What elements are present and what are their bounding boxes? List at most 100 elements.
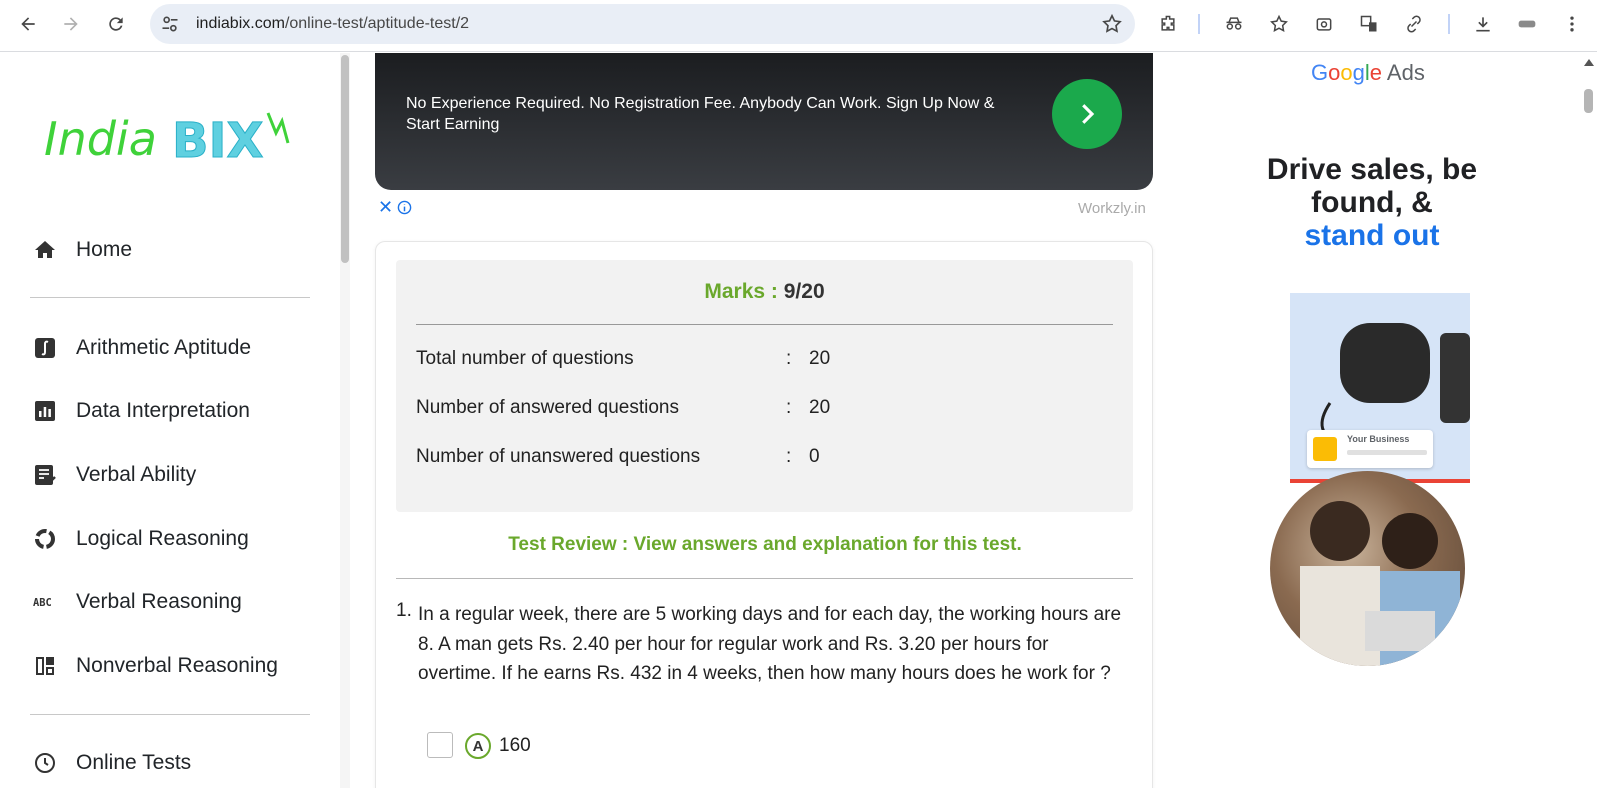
svg-text:ABC: ABC (33, 597, 52, 609)
sidebar-divider (30, 297, 310, 298)
summary-row-separator: : (786, 397, 792, 418)
url-text: indiabix.com/online-test/aptitude-test/2 (196, 15, 470, 32)
business-card-mock: Your Business (1307, 430, 1433, 468)
toolbar-divider (1448, 14, 1450, 34)
business-card-label: Your Business (1347, 434, 1410, 444)
sidebar-item-label: Online Tests (76, 751, 192, 774)
marks-label: Marks : (704, 280, 778, 303)
toolbar-divider (1198, 14, 1200, 34)
integral-icon (30, 333, 60, 363)
logo-india-text: India (44, 112, 157, 166)
logo-bix-text: BIX (172, 113, 263, 169)
document-check-icon (30, 460, 60, 490)
ad-headline[interactable]: Drive sales, be found, & stand out (1262, 153, 1482, 252)
sidebar: India BIX Home Arithmetic Aptitude Data … (0, 53, 340, 788)
sidebar-item-label: Verbal Ability (76, 463, 197, 486)
browser-toolbar: indiabix.com/online-test/aptitude-test/2 (0, 0, 1597, 52)
summary-row-answered: Number of answered questions : 20 (416, 397, 1116, 423)
result-card: Marks : 9/20 Total number of questions :… (375, 241, 1153, 788)
google-letter: o (1340, 60, 1353, 85)
sidebar-item-verbal-reasoning[interactable]: ABC Verbal Reasoning (30, 582, 242, 622)
screenshot-icon[interactable] (1308, 8, 1340, 40)
summary-row-value: 20 (809, 348, 831, 369)
forward-icon[interactable] (55, 8, 87, 40)
sidebar-item-home[interactable]: Home (30, 230, 132, 270)
link-icon[interactable] (1398, 8, 1430, 40)
ad-headline-accent: stand out (1304, 219, 1440, 252)
bar-chart-icon (30, 396, 60, 426)
ad-source-label[interactable]: Workzly.in (1078, 200, 1146, 217)
extensions-icon[interactable] (1152, 8, 1184, 40)
ad-close-icon[interactable]: ✕ (378, 198, 394, 216)
summary-row-separator: : (786, 348, 792, 369)
home-icon (30, 235, 60, 265)
indiabix-logo[interactable]: India BIX (40, 103, 300, 193)
marks-value: 9/20 (783, 280, 825, 303)
question-text: In a regular week, there are 5 working d… (418, 604, 1122, 684)
sidebar-item-data-interpretation[interactable]: Data Interpretation (30, 391, 250, 431)
back-icon[interactable] (12, 8, 44, 40)
summary-row-label: Total number of questions (416, 348, 634, 369)
ad-go-button[interactable] (1052, 79, 1122, 149)
clock-icon (30, 748, 60, 778)
google-letter: o (1328, 60, 1341, 85)
bookmark-star-icon[interactable] (1101, 13, 1123, 35)
star-extension-icon[interactable] (1263, 8, 1295, 40)
option-a-value[interactable]: 160 (499, 735, 531, 757)
incognito-glasses-icon[interactable] (1218, 8, 1250, 40)
score-summary: Marks : 9/20 Total number of questions :… (396, 260, 1133, 512)
page-viewport: India BIX Home Arithmetic Aptitude Data … (0, 53, 1597, 788)
option-a-checkbox[interactable] (427, 732, 453, 758)
ads-word: Ads (1386, 60, 1425, 85)
sidebar-divider (30, 714, 310, 715)
business-card-bar (1347, 450, 1427, 455)
download-icon[interactable] (1467, 8, 1499, 40)
business-logo-icon (1313, 437, 1337, 461)
abc-icon: ABC (30, 587, 60, 617)
google-letter: G (1311, 60, 1329, 85)
scroll-up-arrow-icon[interactable] (1584, 59, 1594, 66)
google-ads-logo[interactable]: Google Ads (1311, 60, 1425, 86)
sidebar-item-label: Logical Reasoning (76, 527, 249, 550)
review-divider (396, 578, 1133, 579)
option-a-letter[interactable]: A (465, 733, 491, 759)
page-scrollbar-thumb[interactable] (1584, 89, 1593, 113)
sidebar-item-label: Arithmetic Aptitude (76, 336, 252, 359)
question-number: 1. (396, 600, 412, 621)
dashboard-icon (30, 651, 60, 681)
ad-text: No Experience Required. No Registration … (406, 95, 995, 133)
profile-avatar-icon[interactable] (1511, 8, 1543, 40)
sidebar-item-arithmetic-aptitude[interactable]: Arithmetic Aptitude (30, 328, 251, 368)
google-letter: g (1352, 60, 1365, 85)
test-review-link[interactable]: Test Review : View answers and explanati… (376, 534, 1154, 556)
translate-icon[interactable] (1353, 8, 1385, 40)
sidebar-item-nonverbal-reasoning[interactable]: Nonverbal Reasoning (30, 646, 278, 686)
cycle-icon (30, 524, 60, 554)
sidebar-item-label: Verbal Reasoning (76, 590, 242, 613)
google-letter: e (1369, 60, 1383, 85)
sidebar-item-online-tests[interactable]: Online Tests (30, 743, 191, 783)
sidebar-item-verbal-ability[interactable]: Verbal Ability (30, 455, 196, 495)
site-settings-icon[interactable] (160, 14, 180, 34)
menu-kebab-icon[interactable] (1556, 8, 1588, 40)
people-photo-icon (1300, 501, 1460, 666)
sidebar-scrollbar-thumb[interactable] (341, 55, 349, 263)
ad-people-image[interactable] (1270, 471, 1465, 666)
sidebar-item-label: Nonverbal Reasoning (76, 654, 278, 677)
sidebar-item-logical-reasoning[interactable]: Logical Reasoning (30, 519, 249, 559)
summary-row-total: Total number of questions : 20 (416, 348, 1116, 374)
address-bar[interactable]: indiabix.com/online-test/aptitude-test/2 (150, 4, 1135, 44)
summary-row-separator: : (786, 446, 792, 467)
summary-row-unanswered: Number of unanswered questions : 0 (416, 446, 1116, 472)
summary-divider (416, 324, 1113, 325)
sidebar-item-label: Data Interpretation (76, 399, 250, 422)
ad-info-icon[interactable] (397, 200, 412, 215)
sidebar-item-label: Home (76, 238, 133, 261)
summary-row-label: Number of answered questions (416, 397, 679, 418)
reload-icon[interactable] (100, 8, 132, 40)
chevron-right-icon (1082, 104, 1095, 124)
page-scrollbar[interactable] (1580, 53, 1597, 788)
ad-banner[interactable]: No Experience Required. No Registration … (375, 53, 1153, 190)
summary-row-label: Number of unanswered questions (416, 446, 701, 467)
ad-headline-text: Drive sales, be found, & (1266, 153, 1478, 219)
